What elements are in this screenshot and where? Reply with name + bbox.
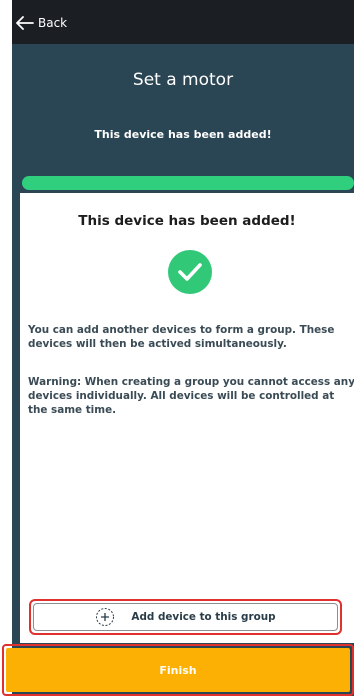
plus-circle-dashed-icon xyxy=(95,607,115,627)
check-circle-icon xyxy=(168,250,212,294)
arrow-left-icon xyxy=(16,16,34,30)
back-label: Back xyxy=(38,16,68,30)
progress-bar xyxy=(22,176,354,190)
group-info-text: You can add another devices to form a gr… xyxy=(28,324,335,350)
warning-text: Warning: When creating a group you canno… xyxy=(28,376,354,416)
add-device-button[interactable]: Add device to this group xyxy=(33,603,338,631)
add-device-label: Add device to this group xyxy=(131,611,276,623)
screen: Back Set a motor This device has been ad… xyxy=(0,0,354,696)
screen-edge xyxy=(0,0,12,696)
back-button[interactable]: Back xyxy=(16,12,67,34)
card-title: This device has been added! xyxy=(78,213,296,229)
app-screen: Back Set a motor This device has been ad… xyxy=(12,0,354,696)
confirmation-card: This device has been added! You can add … xyxy=(20,193,354,643)
page-title: Set a motor xyxy=(132,70,234,90)
finish-button[interactable]: Finish xyxy=(6,648,350,692)
top-bar: Back xyxy=(12,0,354,44)
page-subtitle: This device has been added! xyxy=(94,128,272,141)
